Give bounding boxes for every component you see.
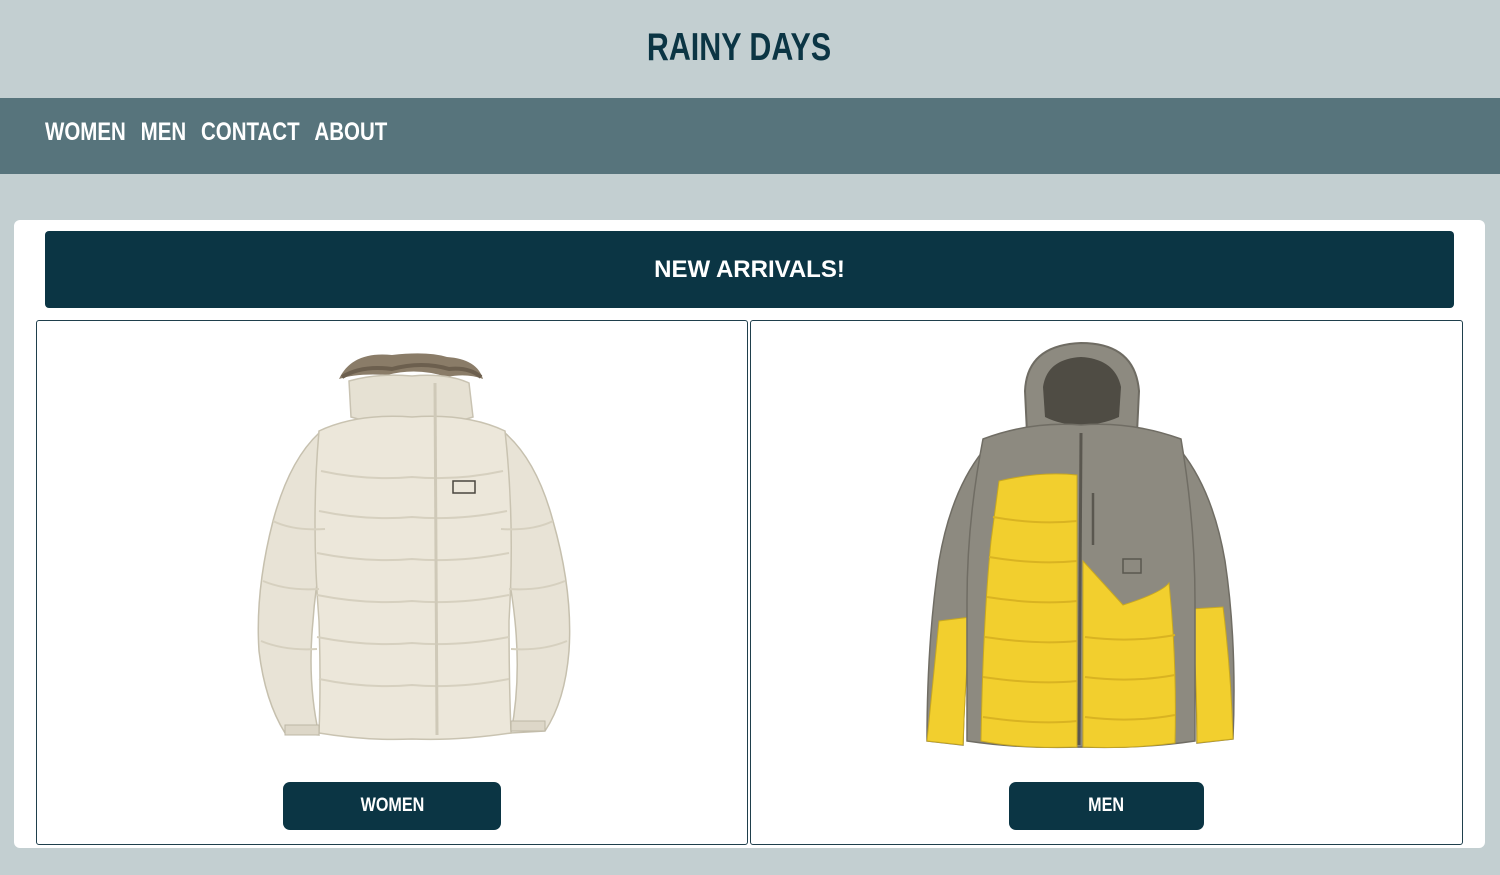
women-button[interactable]: WOMEN: [283, 782, 501, 830]
nav-item-men: MEN: [141, 116, 201, 148]
nav-list: WOMEN MEN CONTACT ABOUT: [45, 116, 402, 148]
product-card-men: MEN: [750, 320, 1463, 845]
nav-link-men[interactable]: MEN: [141, 116, 187, 148]
nav-item-women: WOMEN: [45, 116, 141, 148]
men-button-label: MEN: [1088, 795, 1125, 816]
nav-item-contact: CONTACT: [201, 116, 314, 148]
womens-jacket-image[interactable]: [37, 321, 749, 761]
main-nav: WOMEN MEN CONTACT ABOUT: [0, 98, 1500, 174]
content-panel: NEW ARRIVALS! WOMEN MEN: [14, 220, 1485, 848]
women-button-label: WOMEN: [360, 795, 424, 816]
nav-link-contact[interactable]: CONTACT: [201, 116, 300, 148]
site-header: RAINY DAYS: [0, 0, 1500, 98]
nav-link-women[interactable]: WOMEN: [45, 116, 126, 148]
nav-link-about[interactable]: ABOUT: [314, 116, 387, 148]
new-arrivals-banner: NEW ARRIVALS!: [45, 231, 1454, 308]
new-arrivals-title: NEW ARRIVALS!: [654, 256, 845, 283]
men-button[interactable]: MEN: [1009, 782, 1204, 830]
product-card-women: WOMEN: [36, 320, 748, 845]
nav-item-about: ABOUT: [314, 116, 402, 148]
mens-jacket-image[interactable]: [751, 321, 1464, 761]
site-title: RAINY DAYS: [646, 26, 832, 69]
